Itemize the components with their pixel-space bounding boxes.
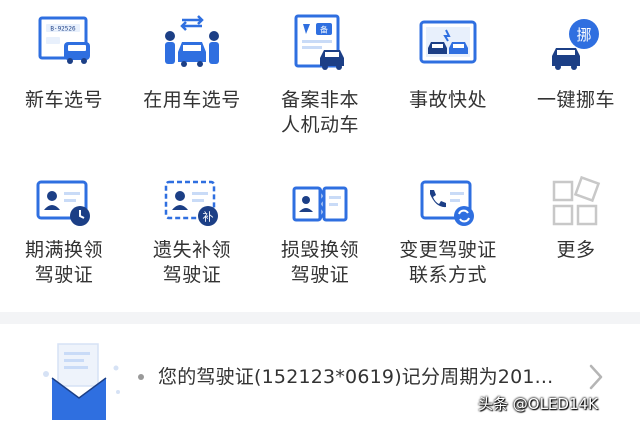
more-icon [552,175,601,226]
service-label: 更多 [556,239,596,261]
service-label: 损毁换领 驾驶证 [280,239,359,286]
license-replace-icon: 补 [164,180,218,226]
chevron-right-icon[interactable] [585,362,607,392]
service-more[interactable]: 更多 [512,0,640,261]
service-grid: B·92526 新车选号 在用车选号 备 备案非本 人机动车 事故快处 挪 一键… [0,0,640,312]
notice-text: 您的驾驶证(152123*0619)记分周期为201... [158,366,554,388]
service-license-damaged[interactable]: 损毁换领 驾驶证 [256,0,384,286]
service-label: 变更驾驶证 联系方式 [399,239,497,286]
svg-text:补: 补 [203,211,214,224]
service-label: 期满换领 驾驶证 [24,239,103,286]
service-license-replace[interactable]: 补 遗失补领 驾驶证 [128,0,256,286]
service-license-contact[interactable]: 变更驾驶证 联系方式 [384,0,512,286]
license-renew-icon [36,180,90,226]
service-license-renew[interactable]: 期满换领 驾驶证 [0,0,128,286]
watermark: 头条 @OLED14K [478,395,598,413]
license-contact-icon [420,180,474,226]
bullet-dot [138,374,144,380]
mail-icon [43,343,120,420]
service-label: 遗失补领 驾驶证 [152,239,231,286]
section-divider [0,312,640,324]
license-damaged-icon [292,186,348,222]
